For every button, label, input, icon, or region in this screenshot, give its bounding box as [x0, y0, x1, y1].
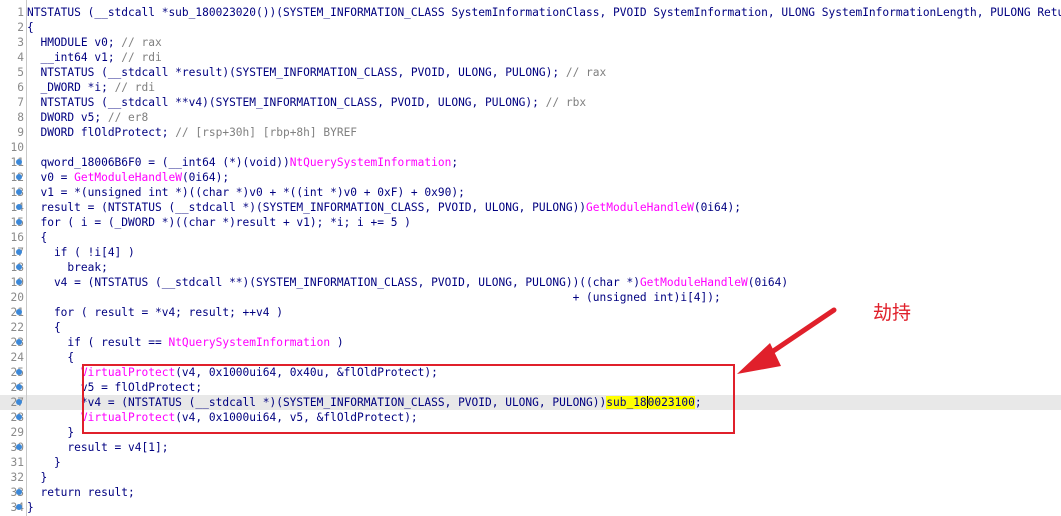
annotation-arrow	[737, 307, 837, 374]
hook-annotation-label: 劫持	[873, 302, 912, 324]
